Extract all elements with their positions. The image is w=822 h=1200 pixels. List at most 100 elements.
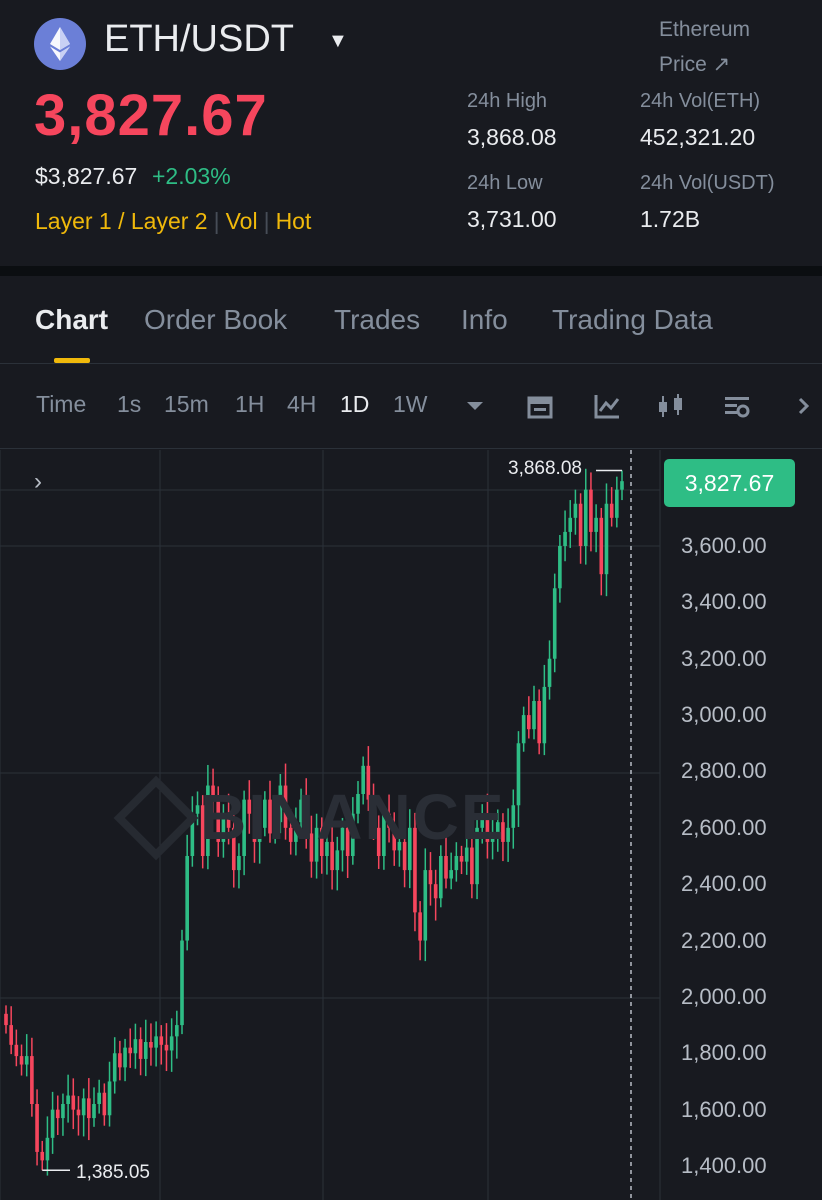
- market-header: ETH/USDT ▼ Ethereum Price ↗ 3,827.67 $3,…: [0, 0, 822, 266]
- pair-dropdown-icon[interactable]: ▼: [328, 30, 348, 53]
- tab-info[interactable]: Info: [461, 304, 508, 336]
- candle-body: [45, 1137, 50, 1161]
- candle-body: [169, 1036, 174, 1051]
- candle-body: [552, 588, 557, 659]
- y-tick-label: 3,200.00: [681, 645, 767, 671]
- interval-1w[interactable]: 1W: [393, 391, 428, 418]
- y-tick-label: 1,400.00: [681, 1153, 767, 1178]
- active-tab-indicator: [54, 358, 90, 363]
- candle-body: [418, 912, 422, 941]
- link-line2: Price ↗: [659, 53, 731, 76]
- candle-body: [620, 481, 624, 490]
- expand-toolbar-icon[interactable]: ›: [34, 468, 42, 496]
- tab-order-book[interactable]: Order Book: [144, 304, 287, 336]
- candle-body: [568, 517, 573, 532]
- candle-body: [558, 546, 562, 589]
- chevron-down-icon[interactable]: [460, 391, 490, 421]
- candle-body: [604, 503, 609, 575]
- vol-eth-value: 452,321.20: [640, 124, 756, 150]
- chevron-right-icon[interactable]: [790, 391, 820, 421]
- y-tick-label: 1,800.00: [681, 1040, 767, 1066]
- low-value: 3,731.00: [467, 206, 557, 232]
- candle-body: [180, 940, 184, 1026]
- section-divider: [0, 266, 822, 276]
- tag-separator: |: [263, 208, 270, 234]
- tab-chart[interactable]: Chart: [35, 304, 108, 336]
- candle-body: [81, 1098, 86, 1116]
- candle-body: [444, 856, 448, 879]
- interval-1h[interactable]: 1H: [235, 391, 264, 418]
- low-label: 24h Low: [467, 172, 543, 194]
- price-chart[interactable]: BINANCE › 3,868.08 1,385.05 3,827.67 3,6…: [0, 450, 822, 1200]
- tag-separator: |: [213, 208, 220, 234]
- tab-bar: Chart Order Book Trades Info Trading Dat…: [0, 276, 822, 364]
- candle-body: [123, 1047, 127, 1068]
- candle-body: [164, 1044, 169, 1051]
- candle-body: [423, 870, 428, 941]
- candle-body: [66, 1095, 70, 1104]
- candle-body: [237, 856, 241, 871]
- interval-time[interactable]: Time: [36, 391, 86, 418]
- chart-watermark: BINANCE: [200, 781, 506, 853]
- ethereum-logo-icon: [34, 18, 86, 70]
- candle-body: [30, 1056, 34, 1104]
- pair-title[interactable]: ETH/USDT: [104, 18, 294, 61]
- price-change: +2.03%: [152, 163, 231, 189]
- ethereum-price-link[interactable]: Ethereum Price ↗: [659, 12, 750, 82]
- candle-body: [563, 531, 567, 546]
- tab-trading-data[interactable]: Trading Data: [552, 304, 713, 336]
- candle-body: [19, 1056, 24, 1065]
- candle-body: [599, 517, 604, 575]
- y-tick-label: 3,600.00: [681, 533, 767, 558]
- interval-1s[interactable]: 1s: [117, 391, 141, 418]
- candle-body: [195, 805, 200, 814]
- candle-body: [87, 1098, 91, 1119]
- link-line1: Ethereum: [659, 18, 751, 41]
- candle-body: [439, 856, 443, 899]
- candle-body: [521, 715, 526, 744]
- candle-body: [516, 743, 521, 806]
- candle-body: [138, 1039, 143, 1059]
- settings-icon[interactable]: [722, 391, 752, 421]
- y-tick-label: 3,000.00: [681, 702, 767, 728]
- interval-1d[interactable]: 1D: [340, 391, 369, 418]
- candle-body: [594, 517, 598, 532]
- candle-body: [537, 701, 541, 744]
- candle-body: [573, 503, 578, 518]
- candle-body: [9, 1025, 13, 1045]
- calendar-icon[interactable]: [525, 391, 555, 421]
- candle-body: [97, 1092, 101, 1104]
- candle-body: [35, 1104, 39, 1152]
- candle-body: [50, 1109, 55, 1138]
- candle-body: [547, 658, 552, 687]
- candle-body: [589, 489, 593, 532]
- candle-body: [133, 1039, 138, 1054]
- interval-4h[interactable]: 4H: [287, 391, 316, 418]
- candle-body: [511, 805, 516, 828]
- tag-vol[interactable]: Vol: [226, 208, 258, 234]
- candle-body: [112, 1053, 117, 1082]
- candle-body: [542, 686, 547, 744]
- candle-body: [14, 1044, 19, 1057]
- tab-trades[interactable]: Trades: [334, 304, 420, 336]
- candle-body: [149, 1042, 153, 1048]
- y-tick-label: 2,800.00: [681, 758, 767, 784]
- candle-body: [185, 856, 189, 941]
- tag-layer[interactable]: Layer 1 / Layer 2: [35, 208, 208, 234]
- y-tick-label: 3,400.00: [681, 589, 767, 615]
- candle-body: [454, 856, 459, 871]
- last-price-badge: 3,827.67: [664, 459, 795, 507]
- interval-15m[interactable]: 15m: [164, 391, 209, 418]
- candle-body: [459, 856, 464, 862]
- tag-hot[interactable]: Hot: [276, 208, 312, 234]
- candle-body: [76, 1109, 81, 1116]
- candle-body: [175, 1025, 179, 1037]
- candle-body: [433, 884, 438, 899]
- candle-style-icon[interactable]: [656, 391, 686, 421]
- candle-body: [24, 1056, 29, 1065]
- candle-body: [55, 1109, 60, 1119]
- tag-list: Layer 1 / Layer 2 | Vol | Hot: [35, 208, 311, 235]
- indicator-icon[interactable]: [592, 391, 622, 421]
- candle-body: [118, 1053, 122, 1068]
- candle-body: [506, 827, 510, 842]
